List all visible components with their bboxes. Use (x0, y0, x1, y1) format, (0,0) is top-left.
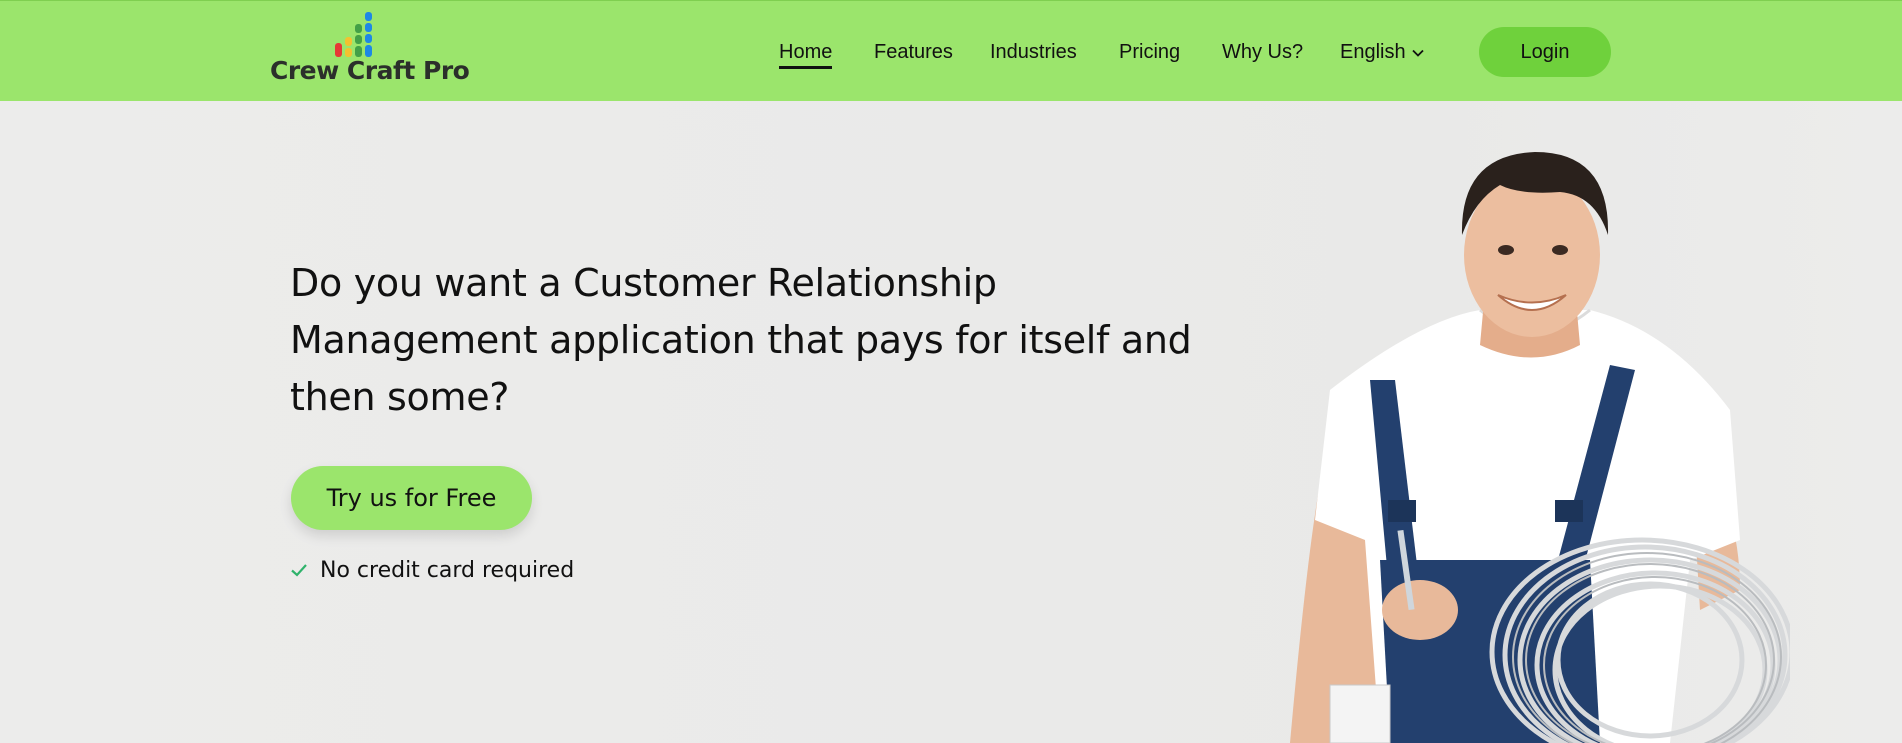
main-nav: Home Features Industries Pricing Why Us?… (0, 39, 1902, 69)
try-free-button[interactable]: Try us for Free (291, 466, 532, 530)
nav-item-why-us[interactable]: Why Us? (1222, 39, 1303, 65)
language-label: English (1340, 41, 1406, 63)
top-navbar: Crew Craft Pro Home Features Industries … (0, 0, 1902, 101)
nav-item-features[interactable]: Features (874, 39, 953, 65)
hero-headline: Do you want a Customer Relationship Mana… (290, 261, 1192, 419)
note-text: No credit card required (320, 557, 575, 583)
check-icon (291, 564, 307, 577)
no-credit-card-note: No credit card required (290, 556, 574, 584)
hero-photo-technician (1290, 152, 1790, 743)
login-button[interactable]: Login (1479, 27, 1611, 77)
nav-item-pricing[interactable]: Pricing (1119, 39, 1180, 65)
chevron-down-icon (1411, 49, 1424, 57)
nav-item-home[interactable]: Home (779, 39, 833, 69)
nav-item-industries[interactable]: Industries (990, 39, 1077, 65)
language-selector[interactable]: English (1340, 39, 1424, 65)
